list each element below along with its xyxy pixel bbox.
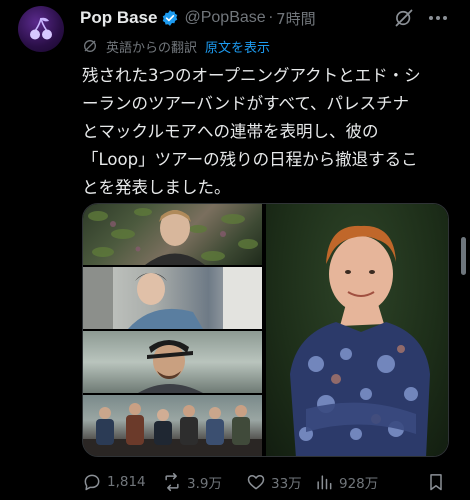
views-button[interactable]: 928万: [314, 470, 378, 494]
tweet-text-line: 「Loop」ツアーの残りの日程から撤退するこ: [82, 150, 418, 169]
verified-badge-icon: [163, 10, 178, 26]
timestamp[interactable]: 7時間: [276, 8, 316, 29]
like-count: 33万: [271, 476, 302, 492]
like-icon: [247, 475, 265, 490]
reply-button[interactable]: 1,814: [82, 470, 146, 494]
ed-sheeran-photo[interactable]: [266, 204, 448, 456]
avatar-cherry-icon: [30, 17, 52, 40]
reply-count: 1,814: [107, 474, 146, 490]
views-count: 928万: [339, 476, 379, 492]
repost-count: 3.9万: [187, 476, 222, 492]
tweet-text-line: ーランのツアーバンドがすべて、パレスチナ: [82, 94, 410, 113]
man-with-leaves-photo[interactable]: [83, 204, 262, 265]
reply-icon: [84, 474, 100, 491]
grok-icon[interactable]: [394, 8, 414, 28]
translation-row: 英語からの翻訳 原文を表示: [82, 36, 270, 56]
tweet-header: Pop Base @PopBase · 7時間: [80, 6, 316, 30]
tweet-text-line: 残された3つのオープニングアクトとエド・シ: [82, 66, 421, 85]
tweet-text-line: とを発表しました。: [82, 178, 231, 197]
translation-label: 英語からの翻訳: [106, 40, 198, 56]
author-handle[interactable]: @PopBase: [184, 9, 265, 27]
tweet-text-line: とマックルモアへの連帯を表明し、彼の: [82, 122, 379, 141]
man-in-blue-shirt-photo[interactable]: [83, 267, 262, 329]
band-group-photo[interactable]: [83, 395, 262, 456]
bookmark-button[interactable]: [426, 470, 446, 494]
separator-dot: ·: [268, 10, 274, 26]
author-name[interactable]: Pop Base: [80, 8, 157, 28]
avatar[interactable]: [18, 6, 64, 52]
show-original-link[interactable]: 原文を表示: [205, 37, 270, 56]
translate-icon: [84, 40, 96, 52]
repost-icon: [165, 472, 179, 492]
tweet-text: 残された3つのオープニングアクトとエド・シ ーランのツアーバンドがすべて、パレス…: [82, 62, 457, 202]
tweet-actions: 1,814 3.9万 33万 928万: [82, 470, 462, 494]
more-icon[interactable]: [426, 8, 450, 28]
bookmark-icon: [430, 474, 442, 491]
scrollbar[interactable]: [461, 237, 466, 275]
views-icon: [317, 475, 332, 490]
man-with-cap-photo[interactable]: [83, 331, 262, 393]
repost-button[interactable]: 3.9万: [162, 470, 222, 494]
media-grid[interactable]: [82, 203, 449, 457]
like-button[interactable]: 33万: [246, 470, 302, 494]
